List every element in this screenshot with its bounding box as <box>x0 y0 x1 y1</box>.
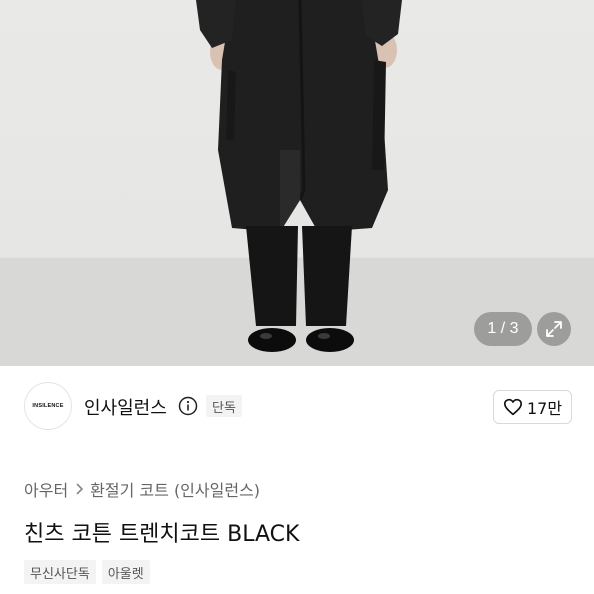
product-image[interactable]: 1 / 3 <box>0 0 594 366</box>
brand-row: INSILENCE 인사일런스 단독 17만 <box>24 382 572 434</box>
like-button[interactable]: 17만 <box>493 390 572 424</box>
breadcrumb-item-category[interactable]: 환절기 코트 (인사일런스) <box>90 477 260 501</box>
chevron-right-icon <box>76 483 84 495</box>
expand-icon <box>546 321 562 337</box>
brand-name[interactable]: 인사일런스 <box>84 394 167 420</box>
brand-logo[interactable]: INSILENCE <box>24 382 72 430</box>
breadcrumb-item-outer[interactable]: 아우터 <box>24 477 68 501</box>
product-title: 친츠 코튼 트렌치코트 BLACK <box>24 522 300 547</box>
tag-list: 무신사단독 아울렛 <box>24 560 150 584</box>
tag-musinsa-exclusive: 무신사단독 <box>24 560 96 584</box>
info-icon[interactable] <box>178 396 198 416</box>
brand-logo-text: INSILENCE <box>32 403 64 409</box>
breadcrumb: 아우터 환절기 코트 (인사일런스) <box>24 477 260 501</box>
heart-icon <box>503 398 522 416</box>
tag-outlet: 아울렛 <box>101 560 150 584</box>
expand-button[interactable] <box>537 312 571 346</box>
exclusive-badge: 단독 <box>206 395 242 417</box>
like-count: 17만 <box>526 399 563 418</box>
image-counter: 1 / 3 <box>474 312 532 346</box>
